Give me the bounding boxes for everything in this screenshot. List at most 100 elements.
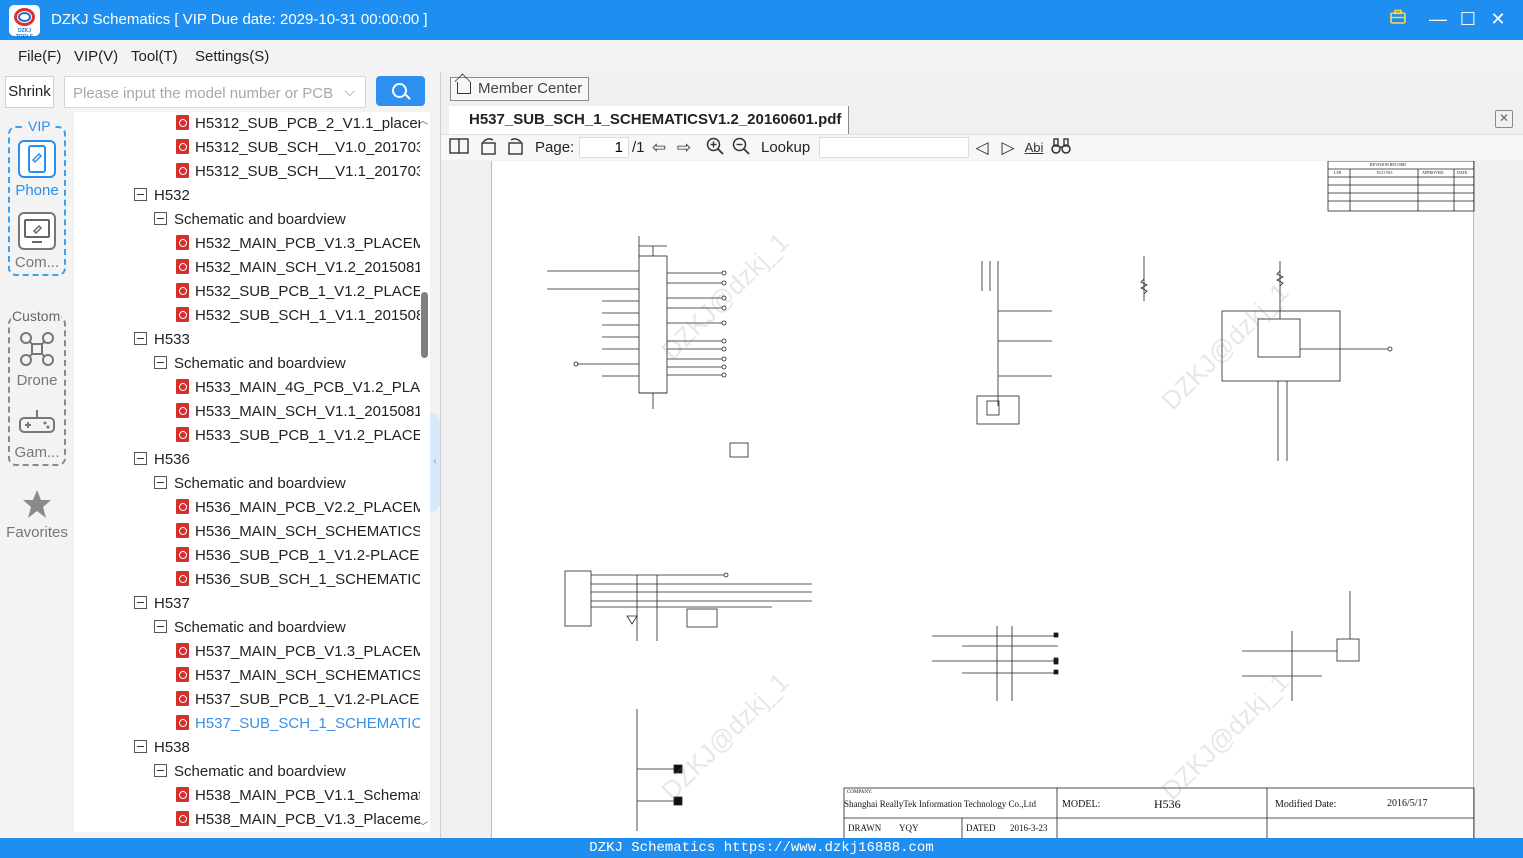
tree-file-item[interactable]: H536_MAIN_SCH_SCHEMATICS_V [176, 520, 420, 544]
tree-file-item[interactable]: H536_SUB_PCB_1_V1.2-PLACEMENT [176, 544, 420, 568]
minimize-button[interactable]: — [1427, 8, 1449, 30]
tree-item-label: H536_SUB_SCH_1_SCHEMATICS_V [195, 571, 420, 588]
collapse-toggle-icon[interactable] [154, 356, 167, 369]
collapse-toggle-icon[interactable] [134, 596, 147, 609]
collapse-toggle-icon[interactable] [134, 332, 147, 345]
tree-file-item[interactable]: H532_MAIN_SCH_V1.2_20150810.pdf [176, 256, 420, 280]
tree-item-label: Schematic and boardview [174, 475, 346, 492]
tree-folder-node[interactable]: Schematic and boardview [154, 760, 346, 784]
find-next-icon[interactable]: ▷ [999, 137, 1017, 159]
menu-tool[interactable]: Tool(T) [131, 48, 178, 65]
tree-model-node[interactable]: H536 [134, 448, 190, 472]
tree-folder-node[interactable]: Schematic and boardview [154, 352, 346, 376]
category-favorites[interactable]: Favorites [6, 488, 68, 541]
collapse-toggle-icon[interactable] [154, 476, 167, 489]
search-box: ⌵ [64, 76, 366, 108]
category-computer-label: Com... [14, 254, 60, 271]
tree-file-item[interactable]: H533_SUB_PCB_1_V1.2_PLACEMENT [176, 424, 420, 448]
tree-file-item[interactable]: H5312_SUB_SCH__V1.1_20170327.pdf [176, 160, 420, 184]
tree-folder-node[interactable]: Schematic and boardview [154, 208, 346, 232]
pdf-icon [176, 307, 189, 322]
chevron-down-icon[interactable]: ⌵ [344, 83, 355, 100]
menu-file[interactable]: File(F) [18, 48, 61, 65]
revision-header: REVISION RECORD [1370, 162, 1406, 167]
sidebar-toggle-icon[interactable] [449, 137, 469, 159]
document-tab[interactable]: H537_SUB_SCH_1_SCHEMATICSV1.2_20160601.p… [449, 106, 849, 134]
tree-file-item[interactable]: H533_MAIN_SCH_V1.1_20150810.pdf [176, 400, 420, 424]
tree-file-item[interactable]: H532_SUB_SCH_1_V1.1_20150810.pdf [176, 304, 420, 328]
page-number-input[interactable] [579, 137, 629, 158]
menu-vip[interactable]: VIP(V) [74, 48, 118, 65]
gamepad-icon [18, 402, 56, 440]
category-game-label: Gam... [14, 444, 60, 461]
company-label: COMPANY: [847, 790, 873, 795]
tree-file-item[interactable]: H537_MAIN_PCB_V1.3_PLACEMENT [176, 640, 420, 664]
zoom-out-icon[interactable] [731, 137, 751, 159]
scroll-thumb[interactable] [421, 292, 428, 358]
lookup-input[interactable] [819, 137, 969, 158]
find-previous-icon[interactable]: ◁ [973, 137, 991, 159]
tree-item-label: Schematic and boardview [174, 211, 346, 228]
tree-file-item[interactable]: H532_SUB_PCB_1_V1.2_PLACEMENT [176, 280, 420, 304]
collapse-panel-handle[interactable]: ‹ [430, 412, 440, 512]
pdf-icon [176, 715, 189, 730]
tree-item-label: H537_SUB_PCB_1_V1.2-PLACEMENT [195, 691, 420, 708]
collapse-toggle-icon[interactable] [154, 764, 167, 777]
maximize-button[interactable]: ☐ [1457, 8, 1479, 30]
close-button[interactable]: ✕ [1487, 8, 1509, 30]
close-document-icon[interactable]: ✕ [1495, 110, 1513, 128]
category-game[interactable]: Gam... [7, 402, 67, 461]
pdf-icon [176, 235, 189, 250]
binoculars-icon[interactable] [1050, 137, 1072, 159]
category-computer[interactable]: Com... [7, 212, 67, 271]
search-button[interactable] [376, 76, 425, 106]
rotate-right-icon[interactable] [505, 137, 525, 159]
collapse-toggle-icon[interactable] [154, 620, 167, 633]
tree-model-node[interactable]: H537 [134, 592, 190, 616]
tree-file-item[interactable]: H537_MAIN_SCH_SCHEMATICS_V [176, 664, 420, 688]
revision-col: DATE: [1457, 170, 1469, 175]
collapse-toggle-icon[interactable] [134, 452, 147, 465]
tree-file-item[interactable]: H5312_SUB_PCB_2_V1.1_placement [176, 112, 420, 136]
tree-file-item[interactable]: H538_MAIN_PCB_V1.3_Placement [176, 808, 420, 832]
next-page-icon[interactable]: ⇨ [674, 137, 694, 159]
menu-settings[interactable]: Settings(S) [195, 48, 269, 65]
collapse-toggle-icon[interactable] [154, 212, 167, 225]
text-search-button[interactable]: Abi [1023, 137, 1045, 159]
shrink-button[interactable]: Shrink [5, 76, 54, 108]
scroll-up-icon[interactable]: ︿ [418, 112, 428, 127]
status-footer[interactable]: DZKJ Schematics https://www.dzkj16888.co… [0, 838, 1523, 858]
tree-item-label: Schematic and boardview [174, 763, 346, 780]
rotate-left-icon[interactable] [479, 137, 499, 159]
tree-file-item[interactable]: H537_SUB_SCH_1_SCHEMATICSV1.2 [176, 712, 420, 736]
tree-model-node[interactable]: H532 [134, 184, 190, 208]
collapse-toggle-icon[interactable] [134, 740, 147, 753]
tree-scrollbar[interactable]: ︿ ﹀ [418, 112, 430, 833]
tree-item-label: H537_MAIN_PCB_V1.3_PLACEMENT [195, 643, 420, 660]
tree-folder-node[interactable]: Schematic and boardview [154, 616, 346, 640]
page-total: /1 [632, 139, 645, 156]
category-phone[interactable]: Phone [7, 140, 67, 199]
scroll-down-icon[interactable]: ﹀ [418, 818, 428, 833]
tree-model-node[interactable]: H533 [134, 328, 190, 352]
category-drone[interactable]: Drone [7, 330, 67, 389]
tree-file-item[interactable]: H536_SUB_SCH_1_SCHEMATICS_V [176, 568, 420, 592]
tree-file-item[interactable]: H537_SUB_PCB_1_V1.2-PLACEMENT [176, 688, 420, 712]
zoom-in-icon[interactable] [705, 137, 725, 159]
tree-model-node[interactable]: H538 [134, 736, 190, 760]
page-label: Page: [535, 139, 575, 156]
tree-file-item[interactable]: H533_MAIN_4G_PCB_V1.2_PLACEMENT [176, 376, 420, 400]
search-input[interactable] [73, 83, 338, 103]
tree-file-item[interactable]: H532_MAIN_PCB_V1.3_PLACEMENT [176, 232, 420, 256]
tree-file-item[interactable]: H536_MAIN_PCB_V2.2_PLACEMENT [176, 496, 420, 520]
collapse-toggle-icon[interactable] [134, 188, 147, 201]
tree-file-item[interactable]: H5312_SUB_SCH__V1.0_20170327.pdf [176, 136, 420, 160]
tree-folder-node[interactable]: Schematic and boardview [154, 472, 346, 496]
tree-item-label: H537_MAIN_SCH_SCHEMATICS_V [195, 667, 420, 684]
tree-file-item[interactable]: H538_MAIN_PCB_V1.1_Schematic [176, 784, 420, 808]
previous-page-icon[interactable]: ⇦ [649, 137, 669, 159]
category-drone-label: Drone [16, 372, 58, 389]
document-view[interactable]: DZKJ@dzkj_1 DZKJ@dzkj_1 DZKJ@dzkj_1 DZKJ… [441, 161, 1523, 838]
briefcase-icon[interactable] [1387, 8, 1409, 30]
member-center-button[interactable]: Member Center [450, 77, 589, 101]
